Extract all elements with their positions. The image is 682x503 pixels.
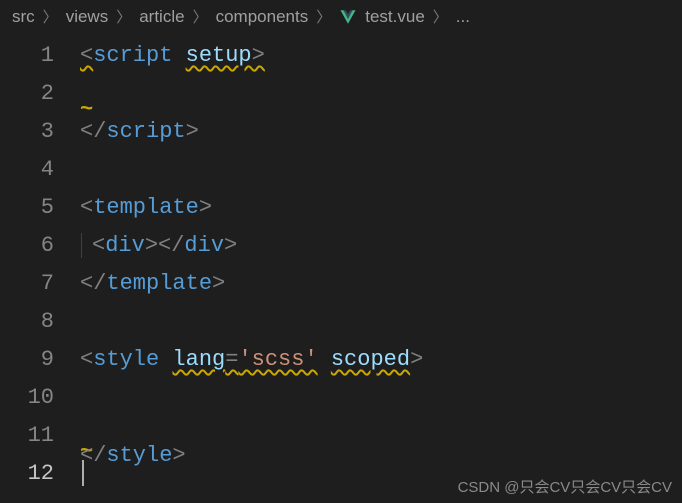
line-gutter: 1 2 3 4 5 6 7 8 9 10 11 12 (0, 37, 80, 493)
breadcrumb-item[interactable]: views (66, 7, 109, 27)
line-number: 4 (0, 151, 54, 189)
watermark: CSDN @只会CV只会CV只会CV (458, 476, 672, 497)
breadcrumb-item[interactable]: test.vue (365, 7, 425, 27)
line-number: 5 (0, 189, 54, 227)
chevron-right-icon: 〉 (433, 6, 448, 27)
chevron-right-icon: 〉 (116, 6, 131, 27)
code-line[interactable]: <style lang='scss' scoped> (80, 341, 423, 379)
vue-file-icon (339, 8, 357, 26)
code-line[interactable]: <template> (80, 189, 423, 227)
chevron-right-icon: 〉 (316, 6, 331, 27)
code-content[interactable]: <script setup> </script> <template> <div… (80, 37, 423, 493)
code-line[interactable]: </template> (80, 265, 423, 303)
code-line[interactable] (80, 379, 423, 417)
code-line[interactable]: </script> (80, 113, 423, 151)
code-line[interactable] (80, 75, 423, 113)
chevron-right-icon: 〉 (193, 6, 208, 27)
code-line[interactable] (80, 303, 423, 341)
code-line[interactable]: <div></div> (80, 227, 423, 265)
line-number: 6 (0, 227, 54, 265)
code-line[interactable]: </style> (80, 417, 423, 455)
text-cursor-icon (82, 460, 84, 486)
line-number: 8 (0, 303, 54, 341)
code-editor[interactable]: 1 2 3 4 5 6 7 8 9 10 11 12 <script setup… (0, 33, 682, 493)
line-number: 11 (0, 417, 54, 455)
line-number: 2 (0, 75, 54, 113)
line-number: 9 (0, 341, 54, 379)
code-line[interactable] (80, 455, 423, 493)
line-number: 7 (0, 265, 54, 303)
breadcrumb-overflow[interactable]: ... (456, 7, 470, 27)
chevron-right-icon: 〉 (43, 6, 58, 27)
breadcrumb: src 〉 views 〉 article 〉 components 〉 tes… (0, 0, 682, 33)
line-number: 1 (0, 37, 54, 75)
line-number: 10 (0, 379, 54, 417)
breadcrumb-item[interactable]: src (12, 7, 35, 27)
code-line[interactable]: <script setup> (80, 37, 423, 75)
line-number: 3 (0, 113, 54, 151)
breadcrumb-item[interactable]: article (139, 7, 184, 27)
line-number-active: 12 (0, 455, 54, 493)
code-line[interactable] (80, 151, 423, 189)
breadcrumb-item[interactable]: components (216, 7, 309, 27)
